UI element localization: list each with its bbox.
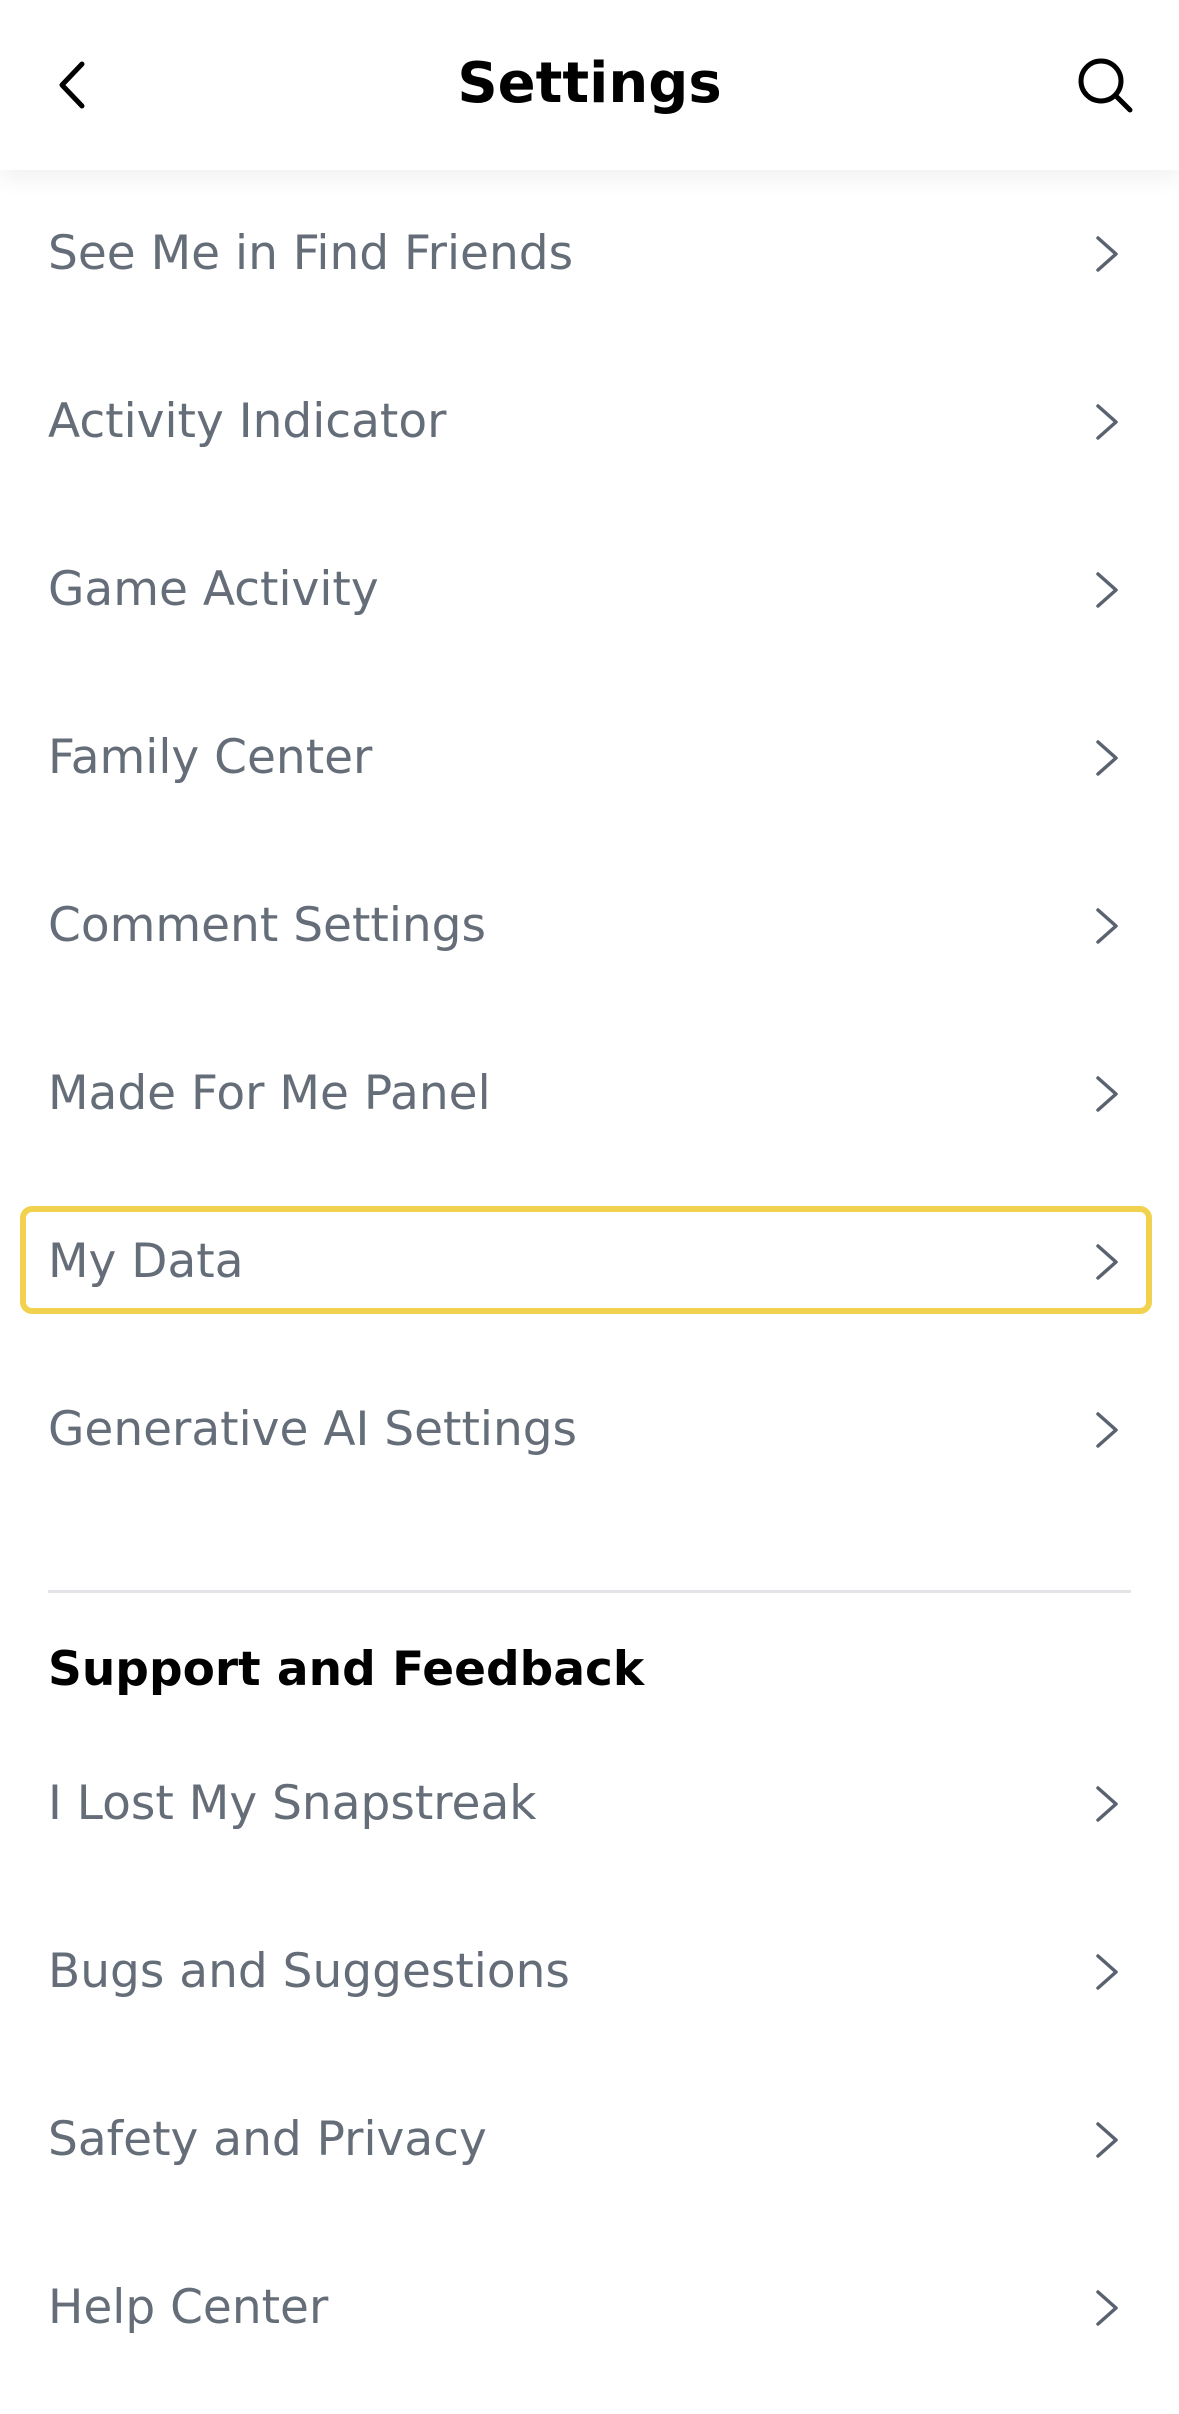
- row-label: Comment Settings: [48, 898, 486, 953]
- chevron-right-icon: [1096, 1412, 1118, 1448]
- chevron-right-icon: [1096, 572, 1118, 608]
- section-divider-wrap: [0, 1514, 1179, 1602]
- chevron-right-icon: [1096, 1076, 1118, 1112]
- row-label: Made For Me Panel: [48, 1066, 491, 1121]
- chevron-right-icon: [1096, 236, 1118, 272]
- chevron-right-icon: [1096, 2122, 1118, 2158]
- header-bar: Settings: [0, 0, 1179, 170]
- settings-row-family-center[interactable]: Family Center: [0, 674, 1179, 842]
- settings-row-safety-and-privacy[interactable]: Safety and Privacy: [0, 2056, 1179, 2224]
- settings-row-see-me-in-find-friends[interactable]: See Me in Find Friends: [0, 170, 1179, 338]
- settings-list: See Me in Find Friends Activity Indicato…: [0, 170, 1179, 2392]
- row-label: Safety and Privacy: [48, 2112, 487, 2167]
- chevron-right-icon: [1096, 1244, 1118, 1280]
- search-button[interactable]: [1070, 50, 1140, 120]
- section-header-support: Support and Feedback: [0, 1602, 1179, 1720]
- row-label: Game Activity: [48, 562, 379, 617]
- settings-row-generative-ai-settings[interactable]: Generative AI Settings: [0, 1346, 1179, 1514]
- chevron-right-icon: [1096, 740, 1118, 776]
- row-label: Bugs and Suggestions: [48, 1944, 570, 1999]
- chevron-right-icon: [1096, 2290, 1118, 2326]
- section-title: Support and Feedback: [48, 1642, 645, 1697]
- settings-row-my-data[interactable]: My Data: [0, 1178, 1179, 1346]
- row-label: Generative AI Settings: [48, 1402, 578, 1457]
- chevron-right-icon: [1096, 908, 1118, 944]
- settings-row-i-lost-my-snapstreak[interactable]: I Lost My Snapstreak: [0, 1720, 1179, 1888]
- settings-row-game-activity[interactable]: Game Activity: [0, 506, 1179, 674]
- row-label: I Lost My Snapstreak: [48, 1776, 537, 1831]
- settings-row-activity-indicator[interactable]: Activity Indicator: [0, 338, 1179, 506]
- page-title: Settings: [457, 51, 722, 116]
- settings-row-help-center[interactable]: Help Center: [0, 2224, 1179, 2392]
- chevron-right-icon: [1096, 1786, 1118, 1822]
- row-label: See Me in Find Friends: [48, 226, 574, 281]
- chevron-right-icon: [1096, 1954, 1118, 1990]
- section-divider: [48, 1590, 1131, 1593]
- row-label: Family Center: [48, 730, 373, 785]
- row-label: Help Center: [48, 2280, 329, 2335]
- search-icon: [1078, 58, 1133, 113]
- settings-row-made-for-me-panel[interactable]: Made For Me Panel: [0, 1010, 1179, 1178]
- settings-row-comment-settings[interactable]: Comment Settings: [0, 842, 1179, 1010]
- settings-row-bugs-and-suggestions[interactable]: Bugs and Suggestions: [0, 1888, 1179, 2056]
- chevron-right-icon: [1096, 404, 1118, 440]
- row-label: Activity Indicator: [48, 394, 447, 449]
- row-label: My Data: [48, 1234, 244, 1289]
